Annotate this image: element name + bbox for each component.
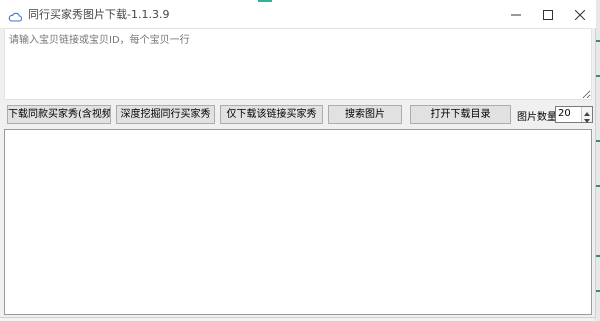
download-link-only-button[interactable]: 仅下载该链接买家秀: [220, 105, 323, 124]
edge-mark: [596, 40, 600, 42]
title-bar[interactable]: 同行买家秀图片下载-1.1.3.9: [0, 0, 596, 28]
open-download-folder-button[interactable]: 打开下载目录: [410, 105, 511, 124]
close-button[interactable]: [564, 0, 596, 28]
desktop: 同行买家秀图片下载-1.1.3.9 下载同款买家秀(含视频) 深度挖掘同行买家秀: [0, 0, 600, 321]
maximize-icon: [543, 5, 553, 24]
image-count-label: 图片数量: [517, 112, 557, 123]
deep-mine-button[interactable]: 深度挖掘同行买家秀: [116, 105, 215, 124]
stepper-down-button[interactable]: [582, 114, 592, 123]
toolbar: 下载同款买家秀(含视频) 深度挖掘同行买家秀 仅下载该链接买家秀 搜索图片 打开…: [0, 105, 596, 125]
image-count-value[interactable]: 20: [558, 108, 571, 119]
accent-marker: [258, 0, 272, 2]
edge-mark: [596, 290, 600, 292]
link-input[interactable]: [4, 28, 592, 100]
edge-mark: [596, 185, 600, 187]
edge-mark: [596, 75, 600, 77]
edge-mark: [596, 255, 600, 257]
edge-mark: [596, 140, 600, 142]
image-count-stepper[interactable]: 20: [555, 106, 593, 123]
window-title: 同行买家秀图片下载-1.1.3.9: [28, 8, 170, 21]
cloud-icon: [8, 8, 23, 22]
app-window: 同行买家秀图片下载-1.1.3.9 下载同款买家秀(含视频) 深度挖掘同行买家秀: [0, 0, 596, 318]
download-same-button[interactable]: 下载同款买家秀(含视频): [7, 105, 111, 124]
minimize-icon: [511, 5, 521, 24]
search-images-button[interactable]: 搜索图片: [328, 105, 402, 124]
output-log[interactable]: [4, 129, 592, 315]
maximize-button[interactable]: [532, 0, 564, 28]
close-icon: [574, 5, 586, 24]
stepper-arrows: [581, 107, 592, 123]
minimize-button[interactable]: [500, 0, 532, 28]
chevron-down-icon: [584, 108, 590, 127]
